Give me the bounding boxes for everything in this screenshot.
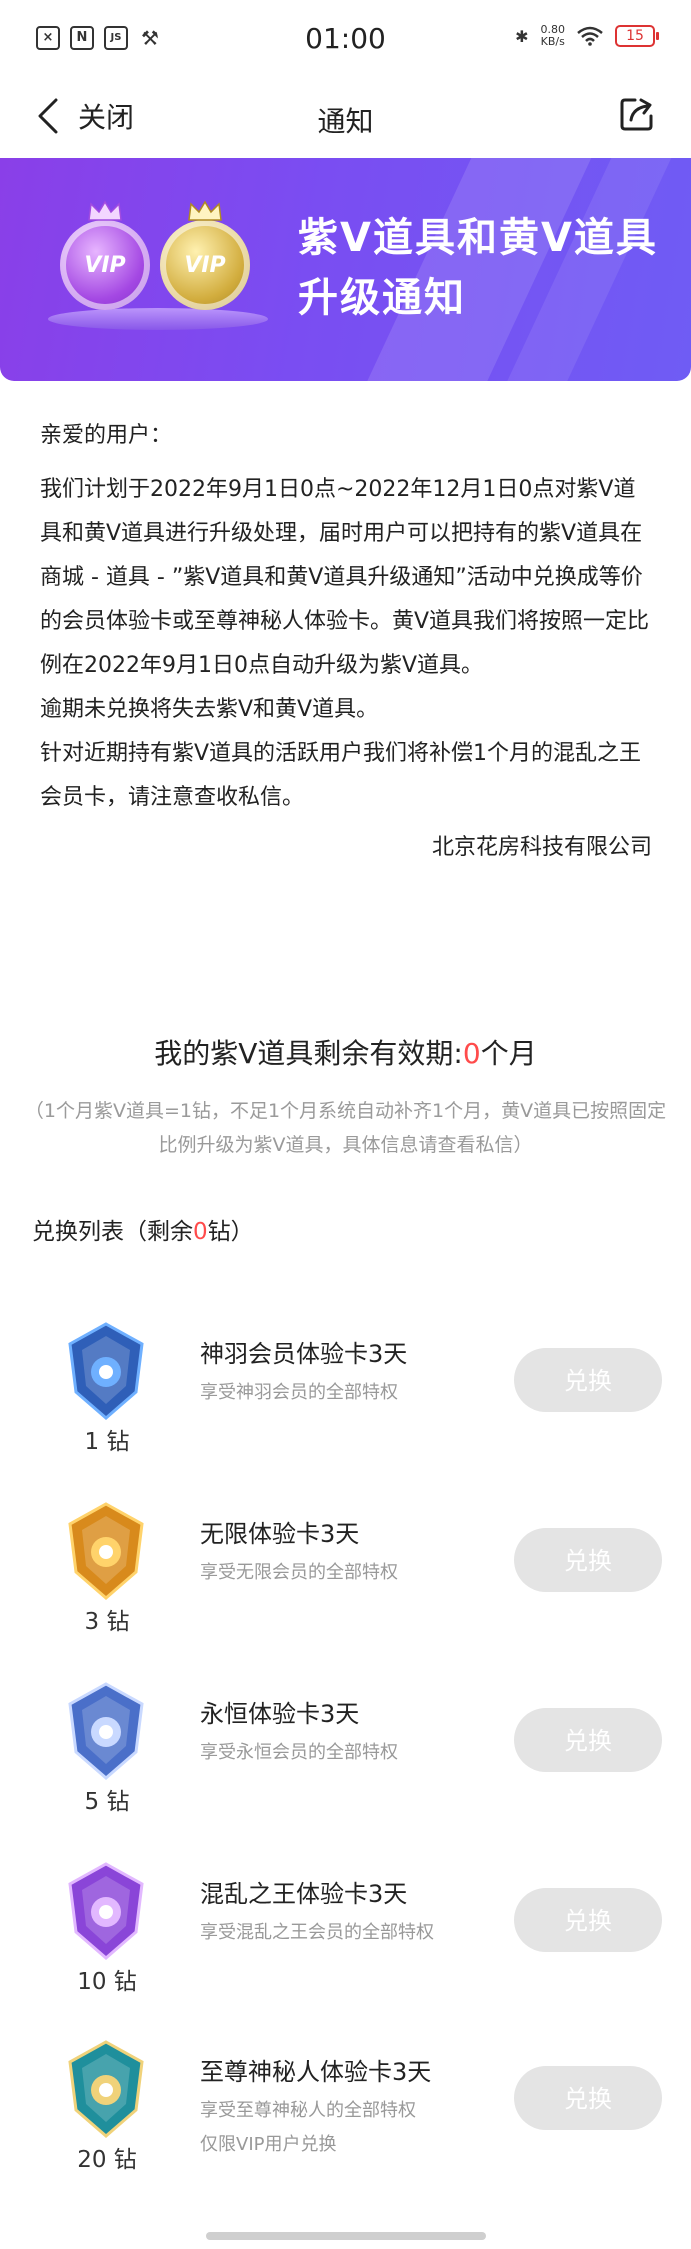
- item-description: 享受无限会员的全部特权: [200, 1562, 398, 1583]
- item-description: 享受混乱之王会员的全部特权: [200, 1922, 434, 1943]
- status-right-icons: ✱ 0.80 KB/s 15: [515, 24, 659, 48]
- exchange-button[interactable]: 兑换: [514, 1888, 662, 1952]
- exchange-item: 1 钻 神羽会员体验卡3天享受神羽会员的全部特权 兑换: [0, 1322, 691, 1472]
- item-name: 至尊神秘人体验卡3天: [200, 2058, 432, 2086]
- gold-vip-badge-text: VIP: [184, 252, 226, 278]
- item-name: 无限体验卡3天: [200, 1520, 360, 1548]
- remaining-validity: 我的紫V道具剩余有效期:0个月: [0, 1032, 691, 1072]
- remaining-label: 我的紫V道具剩余有效期:: [154, 1037, 463, 1070]
- nav-bar: 关闭 通知: [0, 80, 691, 160]
- notice-paragraph: 针对近期持有紫V道具的活跃用户我们将补偿1个月的混乱之王会员卡，请注意查收私信。: [40, 741, 642, 810]
- remaining-note: （1个月紫V道具=1钻，不足1个月系统自动补齐1个月，黄V道具已按照固定比例升级…: [24, 1100, 667, 1156]
- item-restriction: 仅限VIP用户兑换: [200, 2134, 337, 2155]
- gold-vip-badge-icon: VIP: [160, 220, 250, 310]
- notice-body: 亲爱的用户： 我们计划于2022年9月1日0点~2022年12月1日0点对紫V道…: [40, 414, 652, 870]
- exchange-item: 10 钻 混乱之王体验卡3天享受混乱之王会员的全部特权 兑换: [0, 1862, 691, 2012]
- close-label: 关闭: [78, 101, 135, 134]
- share-button[interactable]: [617, 94, 657, 134]
- item-description: 享受永恒会员的全部特权: [200, 1742, 398, 1763]
- exchange-list-title-suffix: 钻）: [207, 1219, 254, 1245]
- purple-vip-badge-icon: VIP: [60, 220, 150, 310]
- close-button[interactable]: 关闭: [34, 96, 134, 136]
- rank-emblem-icon: [68, 1862, 144, 1960]
- notice-greeting: 亲爱的用户：: [40, 423, 173, 448]
- item-cost: 10 钻: [77, 1969, 137, 1995]
- rank-emblem-icon: [68, 1682, 144, 1780]
- notice-banner: VIP VIP 紫V道具和黄V道具 升级通知: [0, 158, 691, 381]
- status-bar: × N JS ⚒ 01:00 ✱ 0.80 KB/s 15: [0, 0, 691, 80]
- remaining-value: 0: [462, 1037, 481, 1070]
- bluetooth-icon: ✱: [515, 26, 529, 46]
- chevron-left-icon: [38, 98, 58, 134]
- network-speed-unit: KB/s: [540, 35, 565, 48]
- exchange-item: 3 钻 无限体验卡3天享受无限会员的全部特权 兑换: [0, 1502, 691, 1652]
- rank-emblem-icon: [68, 1502, 144, 1600]
- rank-emblem-icon: [68, 1322, 144, 1420]
- share-icon: [620, 98, 653, 131]
- notice-paragraph: 逾期未兑换将失去紫V和黄V道具。: [40, 697, 379, 722]
- wifi-icon: [577, 26, 603, 46]
- exchange-list-title-prefix: 兑换列表（剩余: [32, 1219, 193, 1245]
- item-name: 神羽会员体验卡3天: [200, 1340, 408, 1368]
- rank-emblem-icon: [68, 2040, 144, 2138]
- purple-crown-icon: [88, 200, 122, 221]
- item-cost: 3 钻: [84, 1609, 130, 1635]
- item-description: 享受至尊神秘人的全部特权: [200, 2100, 416, 2121]
- home-indicator[interactable]: [206, 2232, 486, 2240]
- notice-paragraph: 我们计划于2022年9月1日0点~2022年12月1日0点对紫V道具和黄V道具进…: [40, 477, 650, 678]
- item-cost: 5 钻: [84, 1789, 130, 1815]
- banner-title-line2: 升级通知: [298, 275, 466, 321]
- exchange-button[interactable]: 兑换: [514, 1348, 662, 1412]
- exchange-item: 5 钻 永恒体验卡3天享受永恒会员的全部特权 兑换: [0, 1682, 691, 1832]
- notice-signature: 北京花房科技有限公司: [431, 835, 652, 860]
- remaining-unit: 个月: [480, 1037, 537, 1070]
- banner-title: 紫V道具和黄V道具 升级通知: [298, 208, 658, 328]
- network-speed: 0.80 KB/s: [541, 24, 566, 48]
- item-name: 永恒体验卡3天: [200, 1700, 360, 1728]
- exchange-item: 20 钻 至尊神秘人体验卡3天享受至尊神秘人的全部特权 仅限VIP用户兑换 兑换: [0, 2040, 691, 2190]
- exchange-remaining-diamonds: 0: [193, 1219, 208, 1245]
- purple-vip-badge-text: VIP: [84, 252, 126, 278]
- banner-title-line1: 紫V道具和黄V道具: [298, 215, 658, 261]
- item-name: 混乱之王体验卡3天: [200, 1880, 408, 1908]
- gold-crown-icon: [188, 200, 222, 221]
- item-cost: 20 钻: [77, 2147, 137, 2173]
- exchange-button[interactable]: 兑换: [514, 1528, 662, 1592]
- item-description: 享受神羽会员的全部特权: [200, 1382, 398, 1403]
- exchange-button[interactable]: 兑换: [514, 2066, 662, 2130]
- exchange-list-title: 兑换列表（剩余0钻）: [32, 1212, 254, 1246]
- banner-pedestal: [48, 308, 268, 330]
- battery-icon: 15: [615, 25, 659, 47]
- exchange-button[interactable]: 兑换: [514, 1708, 662, 1772]
- item-cost: 1 钻: [84, 1429, 130, 1455]
